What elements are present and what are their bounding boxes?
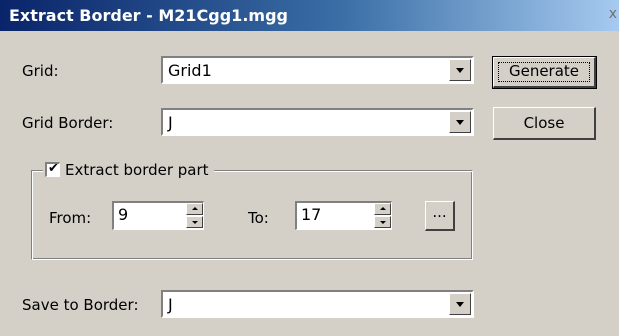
grid-border-combobox[interactable]: J	[161, 108, 474, 136]
checkbox-check-icon[interactable]: ✔	[45, 161, 60, 177]
dropdown-arrow-icon[interactable]	[449, 59, 471, 81]
spin-down-icon[interactable]	[186, 216, 203, 228]
generate-label: Generate	[508, 62, 580, 80]
grid-value: Grid1	[168, 61, 212, 80]
from-value: 9	[118, 205, 129, 224]
title-bar[interactable]: Extract Border - M21Cgg1.mgg x	[0, 0, 619, 31]
browse-button[interactable]: ...	[425, 201, 455, 231]
from-label: From:	[49, 209, 92, 227]
to-spinbox[interactable]: 17	[295, 201, 392, 230]
spin-up-icon[interactable]	[186, 203, 203, 215]
extract-border-part-checkbox[interactable]: ✔ Extract border part	[43, 159, 214, 181]
spin-up-icon[interactable]	[374, 203, 391, 215]
to-value: 17	[301, 205, 322, 224]
save-to-border-combobox[interactable]: J	[161, 290, 474, 318]
extract-border-dialog: Extract Border - M21Cgg1.mgg x Grid: Gri…	[0, 0, 619, 336]
grid-border-value: J	[168, 113, 173, 132]
save-to-border-value: J	[168, 295, 173, 314]
save-to-border-label: Save to Border:	[22, 296, 139, 314]
window-title: Extract Border - M21Cgg1.mgg	[9, 6, 288, 25]
to-label: To:	[248, 209, 269, 227]
grid-combobox[interactable]: Grid1	[161, 56, 474, 84]
dropdown-arrow-icon[interactable]	[449, 293, 471, 315]
close-icon[interactable]: x	[609, 6, 617, 22]
spin-down-icon[interactable]	[374, 216, 391, 228]
generate-button[interactable]: Generate	[492, 56, 597, 89]
grid-label: Grid:	[22, 62, 59, 80]
dropdown-arrow-icon[interactable]	[449, 111, 471, 133]
grid-border-label: Grid Border:	[22, 114, 114, 132]
extract-border-part-label: Extract border part	[65, 160, 209, 179]
close-button[interactable]: Close	[493, 107, 596, 140]
from-spinbox[interactable]: 9	[112, 201, 204, 230]
